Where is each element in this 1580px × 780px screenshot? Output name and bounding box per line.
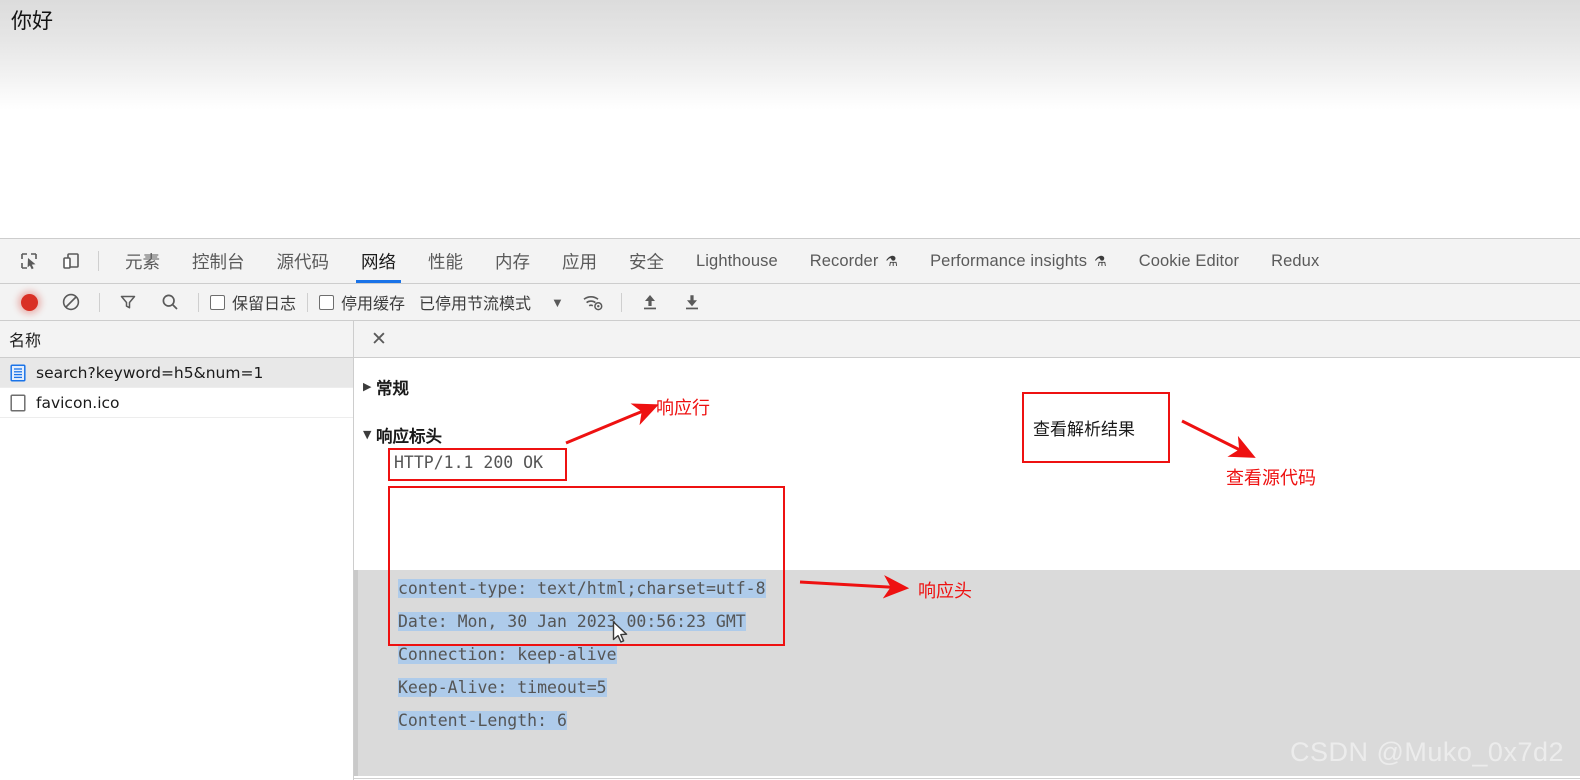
tab-label: 元素 bbox=[125, 252, 160, 273]
tab-3[interactable]: 网络 bbox=[345, 239, 412, 283]
tab-label: 内存 bbox=[495, 252, 530, 273]
inspect-element-icon[interactable] bbox=[12, 246, 46, 276]
document-icon bbox=[10, 363, 26, 382]
annotation-source-code-label: 查看源代码 bbox=[1226, 468, 1316, 489]
export-har-icon[interactable] bbox=[675, 287, 709, 317]
devtools-body: 名称 search?keyword=h5&num=1 favicon.ico ✕ … bbox=[0, 321, 1580, 780]
request-row[interactable]: search?keyword=h5&num=1 bbox=[0, 358, 353, 388]
tab-label: 安全 bbox=[629, 252, 664, 273]
chevron-down-icon[interactable]: ▼ bbox=[551, 284, 564, 320]
tab-label: Performance insights bbox=[930, 251, 1088, 270]
device-toolbar-icon[interactable] bbox=[54, 246, 88, 276]
page-body-text: 你好 bbox=[11, 9, 53, 33]
section-response-headers[interactable]: ▼ 响应标头 bbox=[354, 420, 442, 449]
tab-label: 控制台 bbox=[192, 252, 245, 273]
tab-0[interactable]: 元素 bbox=[109, 239, 176, 283]
tab-5[interactable]: 内存 bbox=[479, 239, 546, 283]
tab-2[interactable]: 源代码 bbox=[261, 239, 346, 283]
detail-tabbar: ✕ bbox=[354, 321, 1580, 358]
tab-11[interactable]: Cookie Editor bbox=[1123, 239, 1255, 283]
tab-label: 应用 bbox=[562, 252, 597, 273]
response-header-line: Content-Length: 6 bbox=[398, 704, 878, 737]
tab-6[interactable]: 应用 bbox=[546, 239, 613, 283]
disable-cache-box bbox=[319, 294, 335, 310]
tab-label: Cookie Editor bbox=[1138, 251, 1240, 270]
watermark: CSDN @Muko_0x7d2 bbox=[1289, 737, 1564, 767]
record-button[interactable] bbox=[12, 287, 46, 317]
tab-7[interactable]: 安全 bbox=[613, 239, 680, 283]
tab-4[interactable]: 性能 bbox=[412, 239, 479, 283]
tabbar-divider bbox=[98, 251, 99, 271]
disable-cache-label: 停用缓存 bbox=[341, 294, 406, 313]
tab-8[interactable]: Lighthouse bbox=[680, 239, 794, 283]
tab-10[interactable]: Performance insights ⚗ bbox=[914, 239, 1123, 283]
network-filter-toolbar: 保留日志 停用缓存 已停用节流模式 ▼ bbox=[0, 284, 1580, 321]
disable-cache-checkbox[interactable]: 停用缓存 bbox=[319, 284, 405, 320]
tab-label: Redux bbox=[1271, 251, 1320, 270]
import-har-icon[interactable] bbox=[633, 287, 667, 317]
throttling-select[interactable]: 已停用节流模式 bbox=[419, 284, 531, 320]
request-list-column-header: 名称 bbox=[0, 321, 353, 358]
request-row-name: favicon.ico bbox=[36, 393, 120, 412]
experiment-flask-icon: ⚗ bbox=[1094, 252, 1107, 269]
request-row[interactable]: favicon.ico bbox=[0, 388, 353, 418]
response-header-line: Keep-Alive: timeout=5 bbox=[398, 671, 878, 704]
preserve-log-box bbox=[210, 294, 225, 310]
toolbar-divider-2 bbox=[198, 292, 199, 312]
section-response-headers-label: 响应标头 bbox=[376, 426, 442, 446]
close-icon[interactable]: ✕ bbox=[366, 330, 392, 349]
annotation-headers-label: 响应头 bbox=[918, 581, 972, 602]
file-icon bbox=[10, 393, 26, 412]
chevron-down-icon: ▼ bbox=[363, 428, 372, 441]
throttling-label: 已停用节流模式 bbox=[419, 294, 532, 313]
tab-label: Recorder bbox=[809, 251, 879, 270]
devtools-tabbar: 元素 控制台 源代码 网络 性能 内存 应用 安全 Lighthouse Recorder ⚗ Per… bbox=[0, 239, 1580, 284]
search-button[interactable] bbox=[153, 287, 187, 317]
page-viewport: 你好 bbox=[0, 0, 1580, 238]
response-header-text: Connection: keep-alive bbox=[398, 645, 617, 664]
annotation-status-line-label: 响应行 bbox=[656, 398, 710, 419]
screen: 你好 元素 控制台 源代码 网络 性能 内存 应用 安全 Lighthouse Recorder ⚗… bbox=[0, 0, 1580, 780]
toolbar-divider-3 bbox=[307, 292, 309, 312]
network-conditions-icon[interactable] bbox=[576, 287, 610, 317]
request-rows: search?keyword=h5&num=1 favicon.ico bbox=[0, 358, 353, 418]
mouse-cursor bbox=[612, 621, 628, 643]
chevron-right-icon: ▶ bbox=[363, 380, 372, 393]
section-general[interactable]: ▶ 常规 bbox=[354, 372, 409, 401]
tab-label: 性能 bbox=[428, 252, 463, 273]
experiment-flask-icon: ⚗ bbox=[885, 252, 899, 269]
response-header-text: Keep-Alive: timeout=5 bbox=[398, 678, 607, 697]
request-list-panel: 名称 search?keyword=h5&num=1 favicon.ico bbox=[0, 321, 354, 780]
tab-label: Lighthouse bbox=[696, 251, 778, 270]
tab-label: 网络 bbox=[361, 252, 396, 273]
preserve-log-checkbox[interactable]: 保留日志 bbox=[210, 284, 296, 320]
response-header-text: Content-Length: 6 bbox=[398, 711, 567, 730]
tab-9[interactable]: Recorder ⚗ bbox=[794, 239, 914, 283]
annotation-box-response-headers bbox=[388, 486, 785, 646]
request-row-name: search?keyword=h5&num=1 bbox=[36, 363, 264, 382]
tab-12[interactable]: Redux bbox=[1255, 239, 1335, 283]
preserve-log-label: 保留日志 bbox=[232, 294, 297, 313]
toolbar-divider-4 bbox=[620, 292, 622, 312]
tab-1[interactable]: 控制台 bbox=[176, 239, 261, 283]
toolbar-divider-1 bbox=[99, 292, 100, 312]
section-general-label: 常规 bbox=[376, 378, 409, 398]
devtools-panel: 元素 控制台 源代码 网络 性能 内存 应用 安全 Lighthouse Recorder ⚗ Per… bbox=[0, 238, 1580, 780]
clear-button[interactable] bbox=[54, 287, 88, 317]
filter-button[interactable] bbox=[111, 287, 145, 317]
annotation-box-parse-result: 查看解析结果 bbox=[1022, 392, 1170, 463]
tab-label: 源代码 bbox=[276, 252, 330, 273]
annotation-box-status-line bbox=[388, 448, 567, 481]
